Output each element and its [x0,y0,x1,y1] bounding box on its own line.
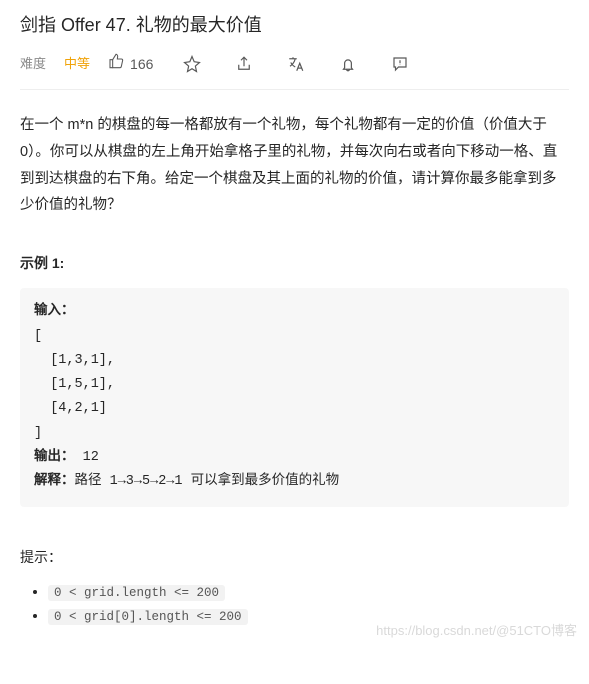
input-body: [ [1,3,1], [1,5,1], [4,2,1] ] [34,329,115,441]
problem-description: 在一个 m*n 的棋盘的每一格都放有一个礼物，每个礼物都有一定的价值（价值大于 … [20,112,569,219]
bell-icon[interactable] [339,55,357,73]
hint-code: 0 < grid.length <= 200 [48,585,225,601]
problem-title: 剑指 Offer 47. 礼物的最大价值 [20,12,569,39]
hints-list: 0 < grid.length <= 200 0 < grid[0].lengt… [20,580,569,629]
meta-icons [183,55,409,73]
list-item: 0 < grid.length <= 200 [48,580,569,605]
difficulty-label: 难度 [20,54,46,74]
thumb-up-icon [108,53,124,75]
example-block: 输入： [ [1,3,1], [1,5,1], [4,2,1] ] 输出： 12… [20,288,569,506]
list-item: 0 < grid[0].length <= 200 [48,604,569,629]
share-icon[interactable] [235,55,253,73]
star-icon[interactable] [183,55,201,73]
hints-heading: 提示： [20,547,569,568]
likes-button[interactable]: 166 [108,53,153,75]
likes-count: 166 [130,54,153,75]
hint-code: 0 < grid[0].length <= 200 [48,609,248,625]
output-value: 12 [75,450,99,465]
meta-bar: 难度 中等 166 [20,53,569,90]
feedback-icon[interactable] [391,55,409,73]
example-heading: 示例 1: [20,253,569,274]
difficulty-value: 中等 [64,54,90,74]
output-label: 输出： [34,450,75,465]
meta-left: 难度 中等 166 [20,53,153,75]
input-label: 输入： [34,304,75,319]
translate-icon[interactable] [287,55,305,73]
explain-label: 解释： [34,474,75,489]
explain-value: 路径 1→3→5→2→1 可以拿到最多价值的礼物 [75,474,340,489]
